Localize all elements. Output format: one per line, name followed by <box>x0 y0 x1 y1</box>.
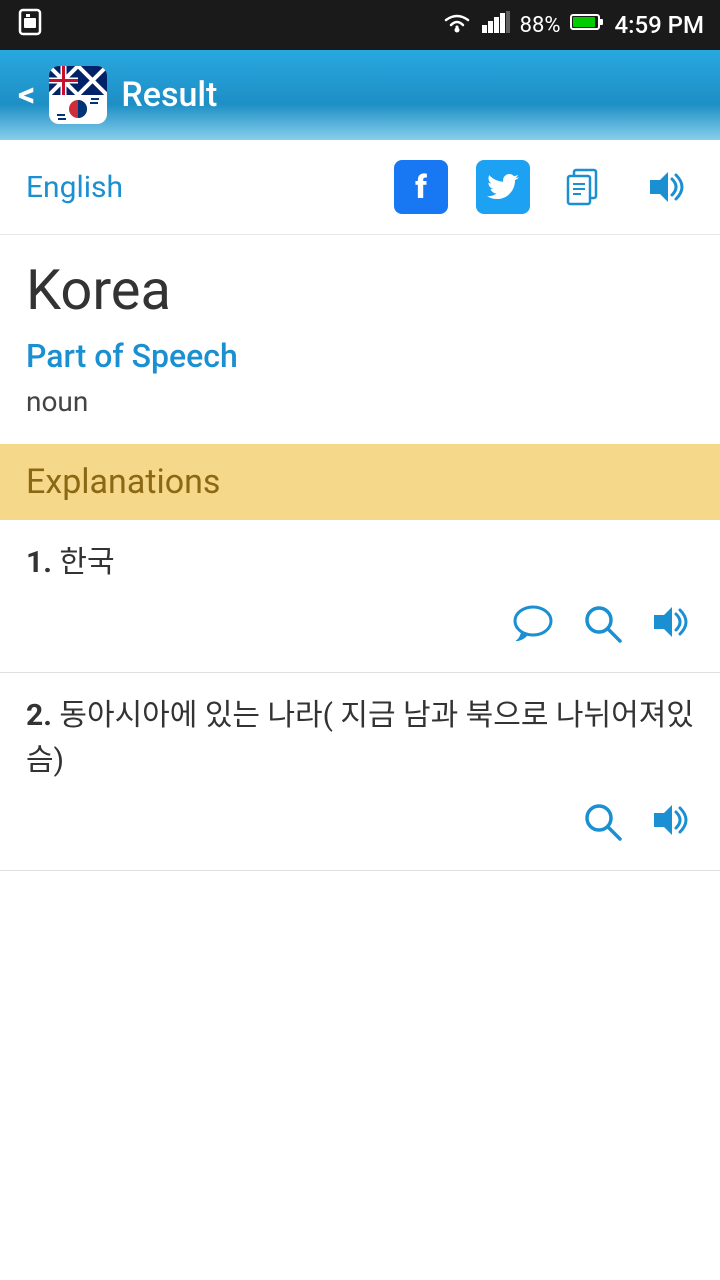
explanation-text-2: 2. 동아시아에 있는 나라( 지금 남과 북으로 나뉘어져있슴) <box>26 693 694 783</box>
status-right: 88% 4:59 PM <box>442 11 704 39</box>
app-icon <box>49 66 107 124</box>
explanation-item-1: 1. 한국 <box>0 520 720 673</box>
explanation-body-1: 한국 <box>59 545 114 580</box>
explanation-item-2: 2. 동아시아에 있는 나라( 지금 남과 북으로 나뉘어져있슴) <box>0 673 720 871</box>
item-2-actions <box>26 795 694 856</box>
facebook-button[interactable]: f <box>394 160 448 214</box>
search-button-2[interactable] <box>582 801 622 850</box>
battery-percent: 88% <box>520 13 561 38</box>
back-button[interactable]: < <box>18 75 35 115</box>
facebook-icon: f <box>415 168 427 206</box>
search-button-1[interactable] <box>582 603 622 652</box>
chat-button-1[interactable] <box>512 603 554 652</box>
copy-button[interactable] <box>558 160 612 214</box>
main-word: Korea <box>26 257 694 323</box>
wifi-icon <box>442 11 472 39</box>
explanation-num-2: 2. <box>26 698 59 733</box>
explanation-num-1: 1. <box>26 545 59 580</box>
language-label: English <box>26 170 123 205</box>
pos-value: noun <box>26 385 694 434</box>
time-display: 4:59 PM <box>614 11 704 39</box>
part-of-speech-label: Part of Speech <box>26 337 694 375</box>
item-1-actions <box>26 597 694 658</box>
action-icons: f <box>394 160 694 214</box>
language-bar: English f <box>0 140 720 235</box>
explanations-header: Explanations <box>0 444 720 520</box>
content-area: English f <box>0 140 720 871</box>
status-bar: 88% 4:59 PM <box>0 0 720 50</box>
sound-button[interactable] <box>640 160 694 214</box>
sound-button-2[interactable] <box>650 801 694 850</box>
status-left <box>16 8 44 42</box>
header-title: Result <box>121 75 217 115</box>
explanation-text-1: 1. 한국 <box>26 540 694 585</box>
twitter-button[interactable] <box>476 160 530 214</box>
sound-button-1[interactable] <box>650 603 694 652</box>
sim-icon <box>16 8 44 42</box>
explanations-title: Explanations <box>26 462 220 502</box>
app-header: < Result <box>0 50 720 140</box>
signal-icon <box>482 11 510 39</box>
explanation-body-2: 동아시아에 있는 나라( 지금 남과 북으로 나뉘어져있슴) <box>26 698 694 778</box>
word-section: Korea Part of Speech noun <box>0 235 720 444</box>
battery-icon <box>570 12 604 38</box>
